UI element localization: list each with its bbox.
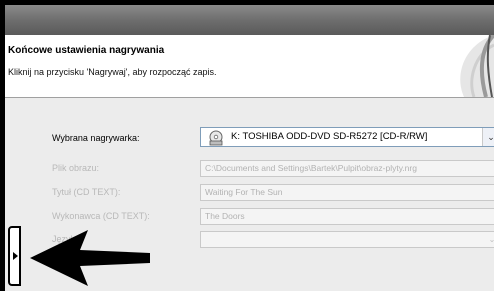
recorder-label: Wybrana nagrywarka:: [52, 133, 140, 143]
image-file-label: Plik obrazu:: [52, 163, 100, 173]
title-field[interactable]: Waiting For The Sun: [200, 184, 494, 201]
recorder-value: K: TOSHIBA ODD-DVD SD-R5272 [CD-R/RW]: [231, 131, 428, 142]
page-instructions: Kliknij na przycisku 'Nagrywaj', aby roz…: [8, 67, 217, 77]
expand-triangle-icon: [13, 252, 18, 260]
expand-panel-tab[interactable]: [8, 226, 21, 286]
image-file-field[interactable]: C:\Documents and Settings\Bartek\Pulpit\…: [200, 160, 494, 177]
language-select[interactable]: ⌄: [200, 231, 494, 248]
chevron-down-icon[interactable]: ⌄: [482, 128, 494, 146]
artist-field[interactable]: The Doors: [200, 208, 494, 225]
arrow-annotation-icon: [30, 230, 150, 286]
artist-label: Wykonawca (CD TEXT):: [52, 211, 150, 221]
language-chevron-down-icon[interactable]: ⌄: [485, 232, 494, 247]
recorder-select[interactable]: K: TOSHIBA ODD-DVD SD-R5272 [CD-R/RW] ⌄: [200, 127, 494, 147]
header-decoration-icon: [460, 35, 494, 97]
page-title: Końcowe ustawienia nagrywania: [8, 45, 165, 56]
disc-drive-icon: [209, 130, 223, 146]
title-label: Tytuł (CD TEXT):: [52, 187, 121, 197]
title-bar: [5, 5, 494, 35]
wizard-header: Końcowe ustawienia nagrywania Kliknij na…: [5, 35, 494, 98]
